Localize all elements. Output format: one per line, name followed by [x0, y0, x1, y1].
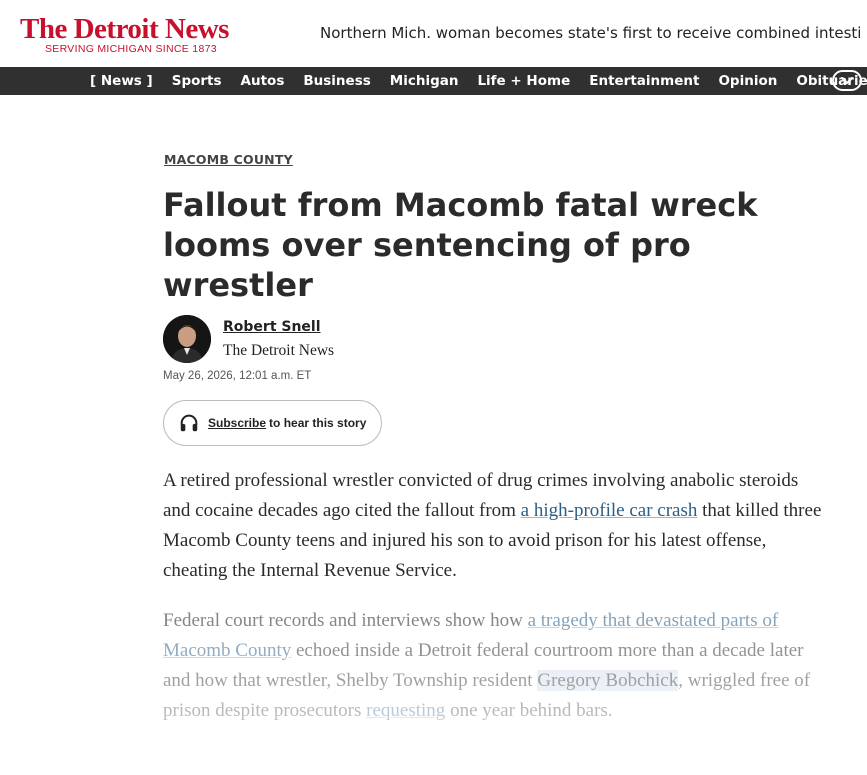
nav-item-entertainment[interactable]: Entertainment	[589, 73, 699, 89]
nav-item-news[interactable]: [ News ]	[90, 73, 153, 89]
nav-expand-button[interactable]	[832, 70, 862, 91]
logo[interactable]: The Detroit News SERVING MICHIGAN SINCE …	[20, 14, 229, 55]
logo-tagline: SERVING MICHIGAN SINCE 1873	[45, 43, 217, 55]
nav-item-life-home[interactable]: Life + Home	[477, 73, 570, 89]
highlighted-text: Gregory Bobchick	[537, 670, 679, 691]
subscribe-caption: to hear this story	[269, 416, 367, 430]
article-paragraph-2: Federal court records and interviews sho…	[163, 610, 811, 721]
nav-items: [ News ] Sports Autos Business Michigan …	[90, 67, 867, 95]
headphones-icon	[180, 414, 198, 432]
main-navigation: [ News ] Sports Autos Business Michigan …	[0, 67, 867, 95]
article-paragraph-1: A retired professional wrestler convicte…	[163, 470, 822, 581]
requesting-link[interactable]: requesting	[366, 700, 445, 721]
author-photo	[163, 315, 211, 363]
nav-item-business[interactable]: Business	[303, 73, 370, 89]
article-headline: Fallout from Macomb fatal wreck looms ov…	[163, 186, 758, 304]
nav-item-opinion[interactable]: Opinion	[718, 73, 777, 89]
logo-title: The Detroit News	[20, 13, 229, 45]
listen-button[interactable]: Subscribe to hear this story	[163, 400, 382, 446]
publish-date: May 26, 2026, 12:01 a.m. ET	[163, 370, 312, 382]
author-avatar[interactable]	[163, 315, 211, 363]
headline-ticker[interactable]: Northern Mich. woman becomes state's fir…	[320, 24, 867, 42]
masthead: The Detroit News SERVING MICHIGAN SINCE …	[0, 0, 867, 67]
author-organization: The Detroit News	[223, 342, 335, 359]
subscribe-link[interactable]: Subscribe	[208, 416, 266, 430]
author-name[interactable]: Robert Snell	[223, 319, 321, 335]
section-label[interactable]: MACOMB COUNTY	[164, 152, 293, 167]
nav-item-michigan[interactable]: Michigan	[390, 73, 459, 89]
nav-item-autos[interactable]: Autos	[241, 73, 285, 89]
chevron-down-icon	[841, 76, 853, 84]
nav-item-sports[interactable]: Sports	[172, 73, 222, 89]
car-crash-link[interactable]: a high-profile car crash	[521, 500, 698, 521]
